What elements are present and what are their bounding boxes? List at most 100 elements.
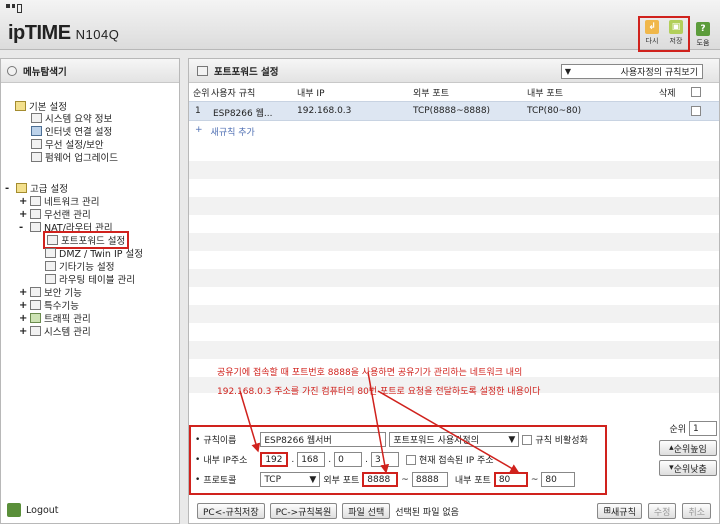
wireless-icon (31, 139, 42, 149)
panel-icon (197, 65, 208, 76)
modify-button[interactable]: 수정 (647, 503, 677, 519)
rank-input[interactable]: 1 (689, 421, 717, 436)
brand-logo: ipTIME N104Q (8, 22, 120, 44)
sidebar-item-wlan[interactable]: + 무선랜 관리 (19, 207, 91, 222)
internal-ip-row: • 내부 IP주소 192. 168. 0. 3 현재 접속된 IP 주소 (195, 452, 494, 467)
sidebar-item-misc[interactable]: 기타기능 설정 (45, 259, 114, 273)
help-icon: ? (696, 22, 710, 36)
wireless-icon (30, 209, 41, 219)
page-icon (45, 248, 56, 258)
table-header: 순위 사용자 규칙 내부 IP 외부 포트 내부 포트 삭제 (189, 84, 719, 101)
ip-octet-3[interactable]: 0 (334, 452, 363, 467)
ip-octet-4[interactable]: 3 (370, 452, 399, 467)
sidebar-item-traffic[interactable]: + 트래픽 관리 (19, 311, 91, 326)
header-bar: ipTIME N104Q ↲ 다시 ▣ 저장 ? 도움 (0, 0, 720, 52)
save-icon: ▣ (669, 20, 683, 34)
firmware-icon (31, 152, 42, 162)
system-icon (30, 326, 41, 336)
collapse-icon: - (19, 221, 24, 233)
rank-row: 순위 1 (659, 421, 717, 436)
sidebar-item-network[interactable]: + 네트워크 관리 (19, 194, 99, 209)
sidebar-item-firmware[interactable]: 펌웨어 업그레이드 (31, 150, 118, 164)
sidebar-item-system-summary[interactable]: 시스템 요약 정보 (31, 111, 112, 125)
expand-icon: + (19, 208, 28, 220)
protocol-select[interactable]: TCP ▼ (260, 472, 321, 487)
add-rule-link[interactable]: + 새규칙 추가 (195, 125, 255, 138)
expand-icon: + (19, 325, 28, 337)
row-delete-checkbox[interactable] (691, 106, 701, 116)
sidebar-item-security[interactable]: + 보안 기능 (19, 285, 82, 300)
collapse-icon: - (5, 182, 10, 194)
rank-controls: 순위 1 ▴ 순위높임 ▾ 순위낮춤 (659, 421, 717, 476)
chevron-down-icon: ▼ (508, 434, 516, 445)
globe-icon (31, 126, 42, 136)
annotation-line-2: 192.168.0.3 주소를 가진 컴퓨터의 80번 포트로 요청을 전달하도… (217, 387, 541, 397)
page-title: 포트포워드 설정 (214, 66, 279, 78)
ext-port-to-input[interactable]: 8888 (411, 472, 448, 487)
expand-icon: + (19, 286, 28, 298)
file-select-button[interactable]: 파일 선택 (342, 503, 391, 519)
int-port-to-input[interactable]: 80 (541, 472, 576, 487)
select-all-checkbox[interactable] (691, 87, 701, 97)
plus-icon: + (195, 125, 203, 135)
sidebar-item-advanced-settings[interactable]: - 고급 설정 (5, 181, 68, 196)
expand-icon: + (19, 312, 28, 324)
sidebar-item-system[interactable]: + 시스템 관리 (19, 324, 91, 339)
int-port-from-input[interactable]: 80 (493, 472, 528, 487)
rule-name-input[interactable]: ESP8266 웹서버 (260, 432, 387, 447)
sidebar-item-wireless[interactable]: 무선 설정/보안 (31, 137, 104, 151)
sidebar-item-routing-table[interactable]: 라우팅 테이블 관리 (45, 272, 135, 286)
help-button[interactable]: ? 도움 (692, 18, 714, 50)
table-row[interactable]: 1 ESP8266 웹... 192.168.0.3 TCP(8888~8888… (189, 101, 719, 121)
ext-port-from-input[interactable]: 8888 (362, 472, 399, 487)
logout-icon (7, 503, 21, 517)
chevron-down-icon: ▼ (564, 67, 572, 76)
pc-save-button[interactable]: PC<-규칙저장 (197, 503, 265, 519)
footer-toolbar: PC<-규칙저장 PC->규칙복원 파일 선택 선택된 파일 없음 ⊞ 새규칙 수… (189, 499, 719, 523)
network-icon (30, 196, 41, 206)
disable-rule-checkbox[interactable] (522, 434, 533, 445)
logout-button[interactable]: Logout (7, 503, 59, 517)
reload-button[interactable]: ↲ 다시 (640, 18, 664, 50)
page-icon (47, 235, 58, 245)
page-icon (45, 274, 56, 284)
sidebar-item-dmz[interactable]: DMZ / Twin IP 설정 (45, 246, 143, 260)
current-ip-checkbox[interactable] (405, 454, 416, 465)
panel-title-bar: 포트포워드 설정 ▼ 사용자정의 규칙보기 (189, 59, 719, 83)
magnifier-icon (7, 65, 17, 76)
reload-icon: ↲ (645, 20, 659, 34)
no-file-label: 선택된 파일 없음 (395, 507, 459, 518)
plus-box-icon: ⊞ (603, 506, 612, 516)
save-button[interactable]: ▣ 저장 (664, 18, 688, 50)
cancel-button[interactable]: 취소 (682, 503, 711, 519)
pc-restore-button[interactable]: PC->규칙복원 (269, 503, 338, 519)
chevron-down-icon: ▼ (309, 474, 317, 485)
expand-icon: + (19, 299, 28, 311)
ip-octet-1[interactable]: 192 (260, 452, 289, 467)
protocol-row: • 프로토콜 TCP ▼ 외부 포트 8888 ~ 8888 내부 포트 80 ~ … (195, 472, 576, 487)
rule-view-select[interactable]: ▼ 사용자정의 규칙보기 (561, 64, 703, 79)
settings-folder-icon (16, 183, 27, 193)
ip-octet-2[interactable]: 168 (297, 452, 326, 467)
settings-folder-icon (15, 101, 26, 111)
traffic-icon (30, 313, 41, 323)
rank-down-button[interactable]: ▾ 순위낮춤 (659, 460, 717, 476)
expand-icon: + (19, 195, 28, 207)
table-empty-rows (189, 143, 719, 393)
annotation-line-1: 공유기에 접속할 때 포트번호 8888을 사용하면 공유기가 관리하는 네트워… (217, 368, 523, 378)
header-action-group: ↲ 다시 ▣ 저장 (638, 16, 690, 52)
rule-edit-form: • 규칙이름 ESP8266 웹서버 포트포워드 사용자정의 ▼ 규칙 비활성화 •… (189, 425, 607, 495)
menu-explorer: 메뉴탐색기 기본 설정 시스템 요약 정보 인터넷 연결 설정 무선 설정/보안… (0, 58, 180, 524)
security-icon (30, 287, 41, 297)
special-icon (30, 300, 41, 310)
port-forward-panel: 포트포워드 설정 ▼ 사용자정의 규칙보기 순위 사용자 규칙 내부 IP 외부… (188, 58, 720, 524)
rule-name-row: • 규칙이름 ESP8266 웹서버 포트포워드 사용자정의 ▼ 규칙 비활성화 (195, 432, 588, 447)
menu-explorer-title: 메뉴탐색기 (1, 59, 179, 83)
page-icon (45, 261, 56, 271)
rank-up-button[interactable]: ▴ 순위높임 (659, 440, 717, 456)
new-rule-button[interactable]: ⊞ 새규칙 (597, 503, 642, 519)
sidebar-item-internet[interactable]: 인터넷 연결 설정 (31, 124, 112, 138)
sidebar-item-special[interactable]: + 특수기능 (19, 298, 79, 313)
chart-icon (31, 113, 42, 123)
rule-type-select[interactable]: 포트포워드 사용자정의 ▼ (389, 432, 520, 447)
